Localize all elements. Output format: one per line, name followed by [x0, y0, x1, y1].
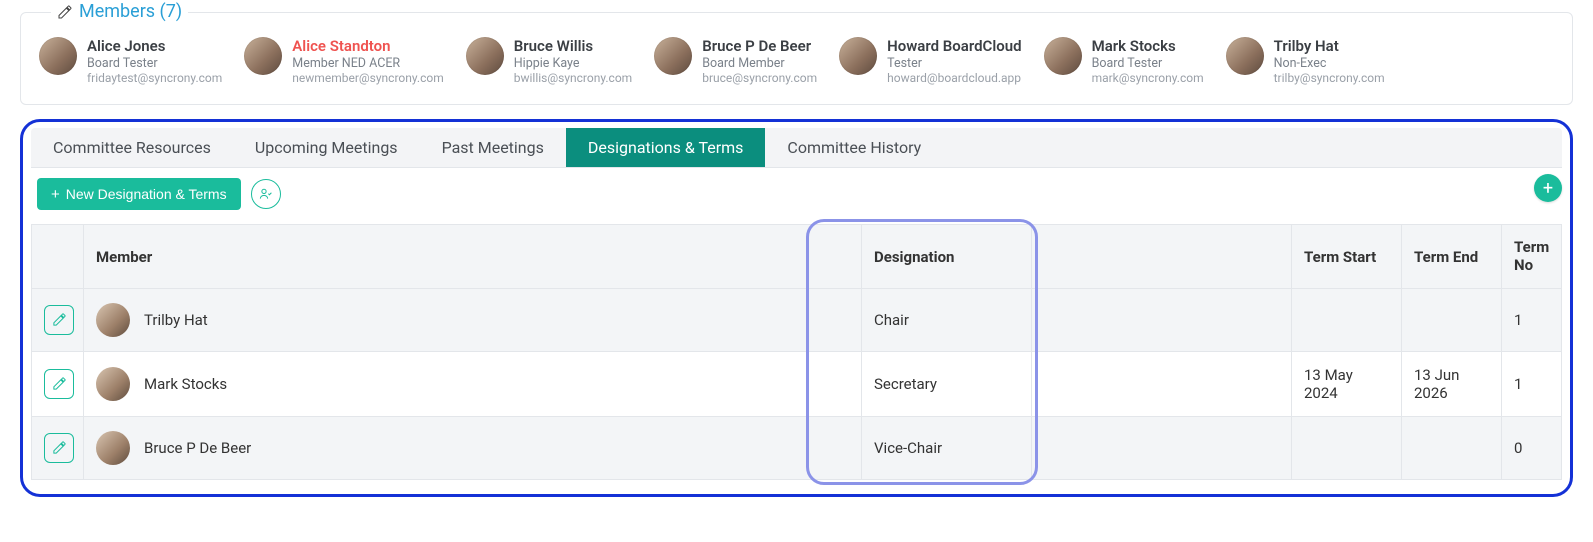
member-name: Trilby Hat	[1274, 37, 1385, 56]
edit-row-button[interactable]	[44, 369, 74, 399]
row-term-no: 0	[1502, 416, 1562, 479]
edit-row-button[interactable]	[44, 305, 74, 335]
avatar	[96, 303, 130, 337]
member-name: Alice Standton	[292, 37, 443, 56]
avatar	[466, 37, 504, 75]
member-role: Non-Exec	[1274, 56, 1385, 72]
member-email: bruce@syncrony.com	[702, 71, 817, 86]
tabs: Committee ResourcesUpcoming MeetingsPast…	[31, 128, 1562, 168]
member-role: Tester	[887, 56, 1021, 72]
pencil-icon	[52, 376, 67, 391]
row-term-end	[1402, 288, 1502, 351]
member-email: mark@syncrony.com	[1092, 71, 1204, 86]
row-term-no: 1	[1502, 351, 1562, 416]
member-card[interactable]: Alice StandtonMember NED ACERnewmember@s…	[244, 37, 443, 86]
new-designation-button[interactable]: + New Designation & Terms	[37, 178, 241, 210]
avatar	[1044, 37, 1082, 75]
row-member-name: Bruce P De Beer	[144, 439, 251, 457]
th-edit	[32, 225, 84, 289]
member-role: Board Tester	[1092, 56, 1204, 72]
member-name: Howard BoardCloud	[887, 37, 1021, 56]
th-term-end: Term End	[1402, 225, 1502, 289]
member-role: Board Member	[702, 56, 817, 72]
member-email: fridaytest@syncrony.com	[87, 71, 222, 86]
table-row: Bruce P De Beer Vice-Chair 0	[32, 416, 1562, 479]
row-member-name: Mark Stocks	[144, 375, 227, 393]
th-term-no: Term No	[1502, 225, 1562, 289]
member-name: Mark Stocks	[1092, 37, 1204, 56]
row-term-end: 13 Jun 2026	[1402, 351, 1502, 416]
member-email: trilby@syncrony.com	[1274, 71, 1385, 86]
members-panel: Members (7) Alice JonesBoard Testerfrida…	[20, 12, 1573, 105]
table-row: Trilby Hat Chair 1	[32, 288, 1562, 351]
member-email: howard@boardcloud.app	[887, 71, 1021, 86]
tab-past-meetings[interactable]: Past Meetings	[420, 128, 566, 167]
designations-table-wrap: Member Designation Term Start Term End T…	[31, 224, 1562, 480]
avatar	[96, 367, 130, 401]
avatar	[39, 37, 77, 75]
row-member-name: Trilby Hat	[144, 311, 208, 329]
row-term-no: 1	[1502, 288, 1562, 351]
pencil-icon	[57, 4, 73, 20]
th-designation: Designation	[862, 225, 1032, 289]
row-term-start: 13 May 2024	[1292, 351, 1402, 416]
row-designation: Secretary	[862, 351, 1032, 416]
member-name: Bruce Willis	[514, 37, 632, 56]
action-bar: + New Designation & Terms +	[31, 168, 1562, 216]
th-term-start: Term Start	[1292, 225, 1402, 289]
tab-designations-terms[interactable]: Designations & Terms	[566, 128, 766, 167]
members-title: Members (7)	[79, 1, 182, 22]
member-name: Alice Jones	[87, 37, 222, 56]
avatar	[654, 37, 692, 75]
member-role: Member NED ACER	[292, 56, 443, 72]
designations-section-highlight: Committee ResourcesUpcoming MeetingsPast…	[20, 119, 1573, 497]
new-designation-label: New Designation & Terms	[66, 186, 227, 202]
member-card[interactable]: Bruce WillisHippie Kayebwillis@syncrony.…	[466, 37, 632, 86]
pencil-icon	[52, 312, 67, 327]
row-term-start	[1292, 288, 1402, 351]
row-spacer	[1032, 351, 1292, 416]
member-card[interactable]: Bruce P De BeerBoard Memberbruce@syncron…	[654, 37, 817, 86]
row-term-start	[1292, 416, 1402, 479]
avatar	[244, 37, 282, 75]
row-term-end	[1402, 416, 1502, 479]
assign-member-icon-button[interactable]	[251, 179, 281, 209]
member-role: Hippie Kaye	[514, 56, 632, 72]
tab-committee-resources[interactable]: Committee Resources	[31, 128, 233, 167]
members-legend[interactable]: Members (7)	[51, 1, 188, 22]
member-card[interactable]: Mark StocksBoard Testermark@syncrony.com	[1044, 37, 1204, 86]
th-spacer	[1032, 225, 1292, 289]
member-card[interactable]: Alice JonesBoard Testerfridaytest@syncro…	[39, 37, 222, 86]
avatar	[96, 431, 130, 465]
avatar	[839, 37, 877, 75]
member-role: Board Tester	[87, 56, 222, 72]
member-email: newmember@syncrony.com	[292, 71, 443, 86]
tab-upcoming-meetings[interactable]: Upcoming Meetings	[233, 128, 420, 167]
table-row: Mark Stocks Secretary 13 May 202413 Jun 20…	[32, 351, 1562, 416]
tab-committee-history[interactable]: Committee History	[765, 128, 943, 167]
plus-icon: +	[51, 187, 60, 202]
row-spacer	[1032, 416, 1292, 479]
member-email: bwillis@syncrony.com	[514, 71, 632, 86]
row-designation: Chair	[862, 288, 1032, 351]
row-spacer	[1032, 288, 1292, 351]
edit-row-button[interactable]	[44, 433, 74, 463]
pencil-icon	[52, 440, 67, 455]
designations-table: Member Designation Term Start Term End T…	[31, 224, 1562, 480]
avatar	[1226, 37, 1264, 75]
member-name: Bruce P De Beer	[702, 37, 817, 56]
add-button[interactable]: +	[1534, 174, 1562, 202]
member-card[interactable]: Howard BoardCloudTesterhoward@boardcloud…	[839, 37, 1021, 86]
th-member: Member	[84, 225, 862, 289]
user-check-icon	[258, 186, 274, 202]
member-card[interactable]: Trilby HatNon-Exectrilby@syncrony.com	[1226, 37, 1385, 86]
row-designation: Vice-Chair	[862, 416, 1032, 479]
